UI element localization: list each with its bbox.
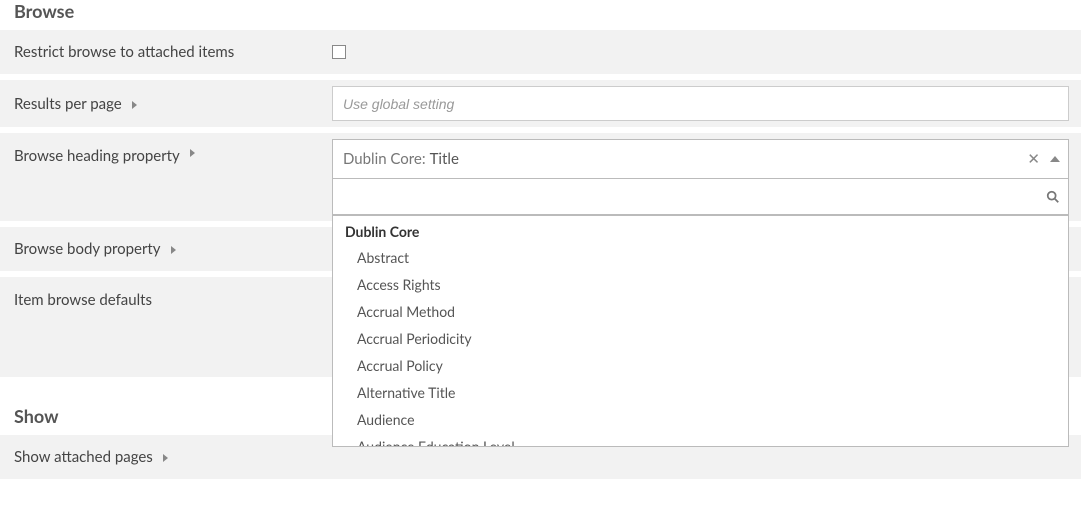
item-browse-defaults-label-text: Item browse defaults: [14, 291, 152, 309]
search-icon[interactable]: [1046, 190, 1060, 204]
show-attached-pages-label[interactable]: Show attached pages: [0, 435, 330, 479]
heading-property-label[interactable]: Browse heading property: [0, 133, 330, 179]
property-picker-box: Dublin Core : Title ✕: [332, 139, 1069, 215]
picker-item-accrual-periodicity[interactable]: Accrual Periodicity: [333, 325, 1068, 352]
picker-group-label: Dublin Core: [333, 216, 1068, 244]
picker-item-accrual-method[interactable]: Accrual Method: [333, 298, 1068, 325]
chevron-right-icon: [190, 149, 195, 157]
picker-item-alternative-title[interactable]: Alternative Title: [333, 379, 1068, 406]
heading-property-label-text: Browse heading property: [14, 147, 180, 165]
body-property-label-text: Browse body property: [14, 240, 161, 258]
picker-item-audience[interactable]: Audience: [333, 406, 1068, 433]
property-picker-searchrow: [333, 178, 1068, 214]
row-heading-property: Browse heading property Dublin Core : Ti…: [0, 133, 1081, 221]
results-per-page-label-text: Results per page: [14, 95, 122, 113]
item-browse-defaults-label: Item browse defaults: [0, 277, 330, 377]
row-restrict-browse: Restrict browse to attached items: [0, 30, 1081, 74]
heading-property-field: Dublin Core : Title ✕ D: [330, 133, 1081, 221]
picker-selected-namespace: Dublin Core: [343, 150, 422, 168]
property-picker-selected[interactable]: Dublin Core : Title ✕: [333, 140, 1068, 178]
property-picker: Dublin Core : Title ✕ D: [332, 139, 1069, 215]
chevron-right-icon: [163, 454, 168, 462]
restrict-browse-checkbox[interactable]: [332, 45, 346, 59]
clear-icon[interactable]: ✕: [1023, 152, 1044, 167]
results-per-page-label[interactable]: Results per page: [0, 80, 330, 127]
chevron-right-icon: [132, 101, 137, 109]
browse-title: Browse: [0, 0, 1081, 30]
property-picker-search-input[interactable]: [341, 179, 1046, 214]
picker-item-audience-education-level[interactable]: Audience Education Level: [333, 433, 1068, 447]
picker-selected-sep: :: [422, 150, 426, 168]
row-results-per-page: Results per page: [0, 80, 1081, 127]
property-picker-dropdown[interactable]: Dublin Core Abstract Access Rights Accru…: [332, 215, 1069, 447]
browse-section: Browse Restrict browse to attached items…: [0, 0, 1081, 377]
picker-selected-term: Title: [430, 150, 459, 168]
results-per-page-input[interactable]: [332, 86, 1069, 121]
show-attached-pages-label-text: Show attached pages: [14, 448, 153, 466]
restrict-browse-label: Restrict browse to attached items: [0, 30, 330, 74]
chevron-up-icon[interactable]: [1050, 156, 1060, 162]
body-property-label[interactable]: Browse body property: [0, 227, 330, 271]
picker-item-abstract[interactable]: Abstract: [333, 244, 1068, 271]
picker-item-access-rights[interactable]: Access Rights: [333, 271, 1068, 298]
chevron-right-icon: [171, 246, 176, 254]
restrict-browse-field: [330, 30, 1081, 74]
restrict-browse-label-text: Restrict browse to attached items: [14, 43, 234, 61]
results-per-page-field: [330, 80, 1081, 127]
picker-item-accrual-policy[interactable]: Accrual Policy: [333, 352, 1068, 379]
